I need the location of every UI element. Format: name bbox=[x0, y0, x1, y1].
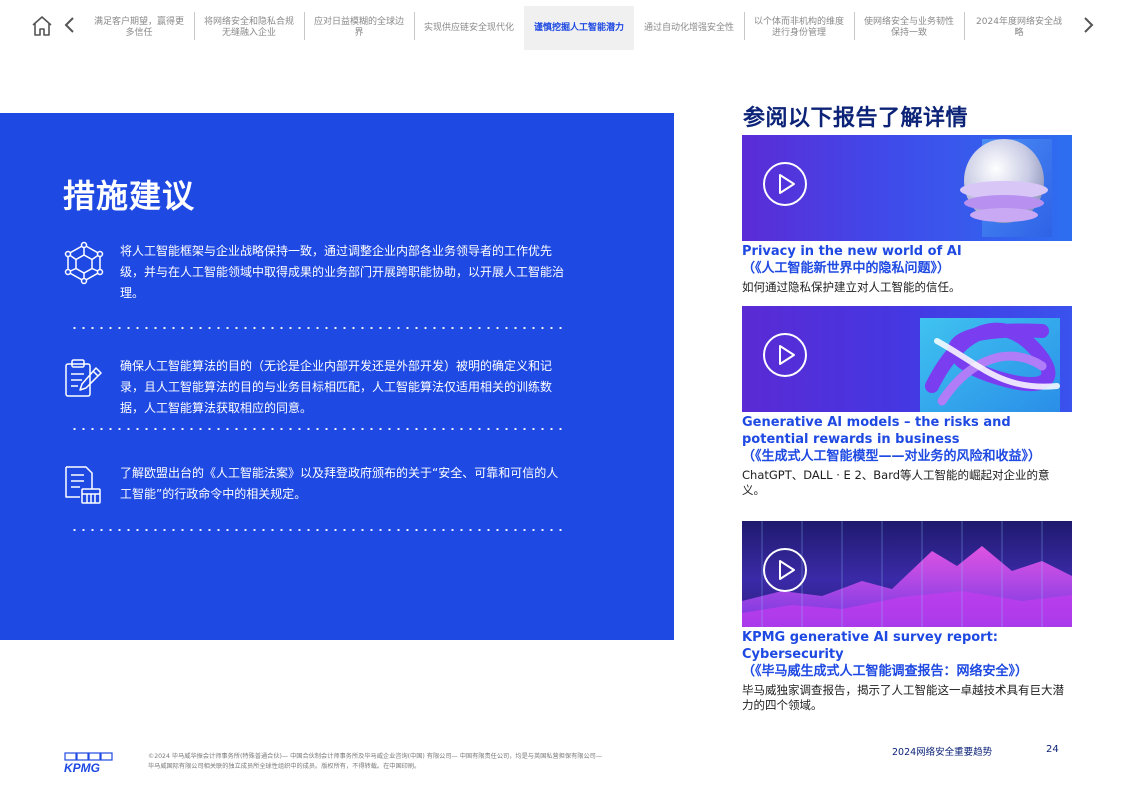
tab-strategy-2024[interactable]: 2024年度网络安全战略 bbox=[964, 6, 1074, 50]
dotted-divider bbox=[70, 428, 568, 430]
report-thumbnail[interactable] bbox=[742, 521, 1072, 627]
top-navigation: 满足客户期望，赢得更多信任 将网络安全和隐私合规无缝融入企业 应对日益模糊的全球… bbox=[0, 0, 1122, 52]
report-title-en[interactable]: Generative AI models – the risks and pot… bbox=[742, 414, 1072, 448]
tab-global-boundaries[interactable]: 应对日益模糊的全球边界 bbox=[304, 6, 414, 50]
reports-heading: 参阅以下报告了解详情 bbox=[743, 106, 969, 131]
report-description: 毕马威独家调查报告，揭示了人工智能这一卓越技术具有巨大潜力的四个领域。 bbox=[742, 683, 1064, 712]
report-title-cn[interactable]: （《毕马威生成式人工智能调查报告：网络安全》） bbox=[742, 663, 1072, 681]
tab-identity[interactable]: 以个体而非机构的维度进行身份管理 bbox=[744, 6, 854, 50]
report-thumbnail[interactable] bbox=[742, 135, 1072, 241]
section-tabs: 满足客户期望，赢得更多信任 将网络安全和隐私合规无缝融入企业 应对日益模糊的全球… bbox=[84, 6, 1074, 50]
svg-text:KPMG: KPMG bbox=[64, 761, 100, 774]
legal-notice: ©2024 毕马威华振会计师事务所(特殊普通合伙)— 中国合伙制会计师事务所及毕… bbox=[148, 753, 603, 770]
play-icon[interactable] bbox=[762, 161, 808, 207]
play-icon[interactable] bbox=[762, 547, 808, 593]
document-title: 2024网络安全重要趋势 bbox=[892, 747, 993, 758]
report-card-genai-models[interactable]: Generative AI models – the risks and pot… bbox=[742, 306, 1072, 498]
kpmg-logo: KPMG bbox=[63, 752, 115, 775]
recommendation-text: 了解欧盟出台的《人工智能法案》以及拜登政府颁布的关于“安全、可靠和可信的人工智能… bbox=[120, 466, 559, 501]
report-card-privacy[interactable]: Privacy in the new world of AI （《人工智能新世界… bbox=[742, 135, 1072, 295]
recommendation-text: 确保人工智能算法的目的（无论是企业内部开发还是外部开发）被明的确定义和记录，且人… bbox=[120, 359, 553, 415]
report-title-en[interactable]: KPMG generative AI survey report: Cybers… bbox=[742, 629, 1072, 663]
report-thumbnail[interactable] bbox=[742, 306, 1072, 412]
document-law-icon bbox=[62, 463, 106, 507]
tab-resilience[interactable]: 使网络安全与业务韧性保持一致 bbox=[854, 6, 964, 50]
report-description: ChatGPT、DALL · E 2、Bard等人工智能的崛起对企业的意义。 bbox=[742, 468, 1050, 497]
report-title-en[interactable]: Privacy in the new world of AI bbox=[742, 243, 1072, 260]
chevron-left-icon[interactable] bbox=[60, 12, 78, 38]
play-icon[interactable] bbox=[762, 332, 808, 378]
report-card-genai-survey[interactable]: KPMG generative AI survey report: Cybers… bbox=[742, 521, 1072, 713]
dotted-divider bbox=[70, 529, 568, 531]
recommendations-panel: 措施建议 将人工智能框架与企业战略保持一致，通过调整企业内部各业务领导者的工作优… bbox=[0, 113, 674, 640]
page-number: 24 bbox=[1046, 744, 1059, 755]
home-icon[interactable] bbox=[30, 14, 54, 38]
tab-automation[interactable]: 通过自动化增强安全性 bbox=[634, 6, 744, 50]
report-title-cn[interactable]: （《生成式人工智能模型——对业务的风险和收益》） bbox=[742, 448, 1072, 466]
tab-privacy-compliance[interactable]: 将网络安全和隐私合规无缝融入企业 bbox=[194, 6, 304, 50]
tab-customer-trust[interactable]: 满足客户期望，赢得更多信任 bbox=[84, 6, 194, 50]
recommendation-text: 将人工智能框架与企业战略保持一致，通过调整企业内部各业务领导者的工作优先级，并与… bbox=[120, 244, 565, 300]
clipboard-edit-icon bbox=[62, 356, 106, 400]
tab-ai-potential[interactable]: 谨慎挖掘人工智能潜力 bbox=[524, 6, 634, 50]
report-description: 如何通过隐私保护建立对人工智能的信任。 bbox=[742, 280, 961, 294]
tab-supply-chain[interactable]: 实现供应链安全现代化 bbox=[414, 6, 524, 50]
chevron-right-icon[interactable] bbox=[1080, 12, 1098, 38]
panel-title: 措施建议 bbox=[63, 177, 196, 215]
dotted-divider bbox=[70, 327, 568, 329]
network-hexagon-icon bbox=[62, 241, 106, 285]
report-title-cn[interactable]: （《人工智能新世界中的隐私问题》） bbox=[742, 260, 1072, 278]
